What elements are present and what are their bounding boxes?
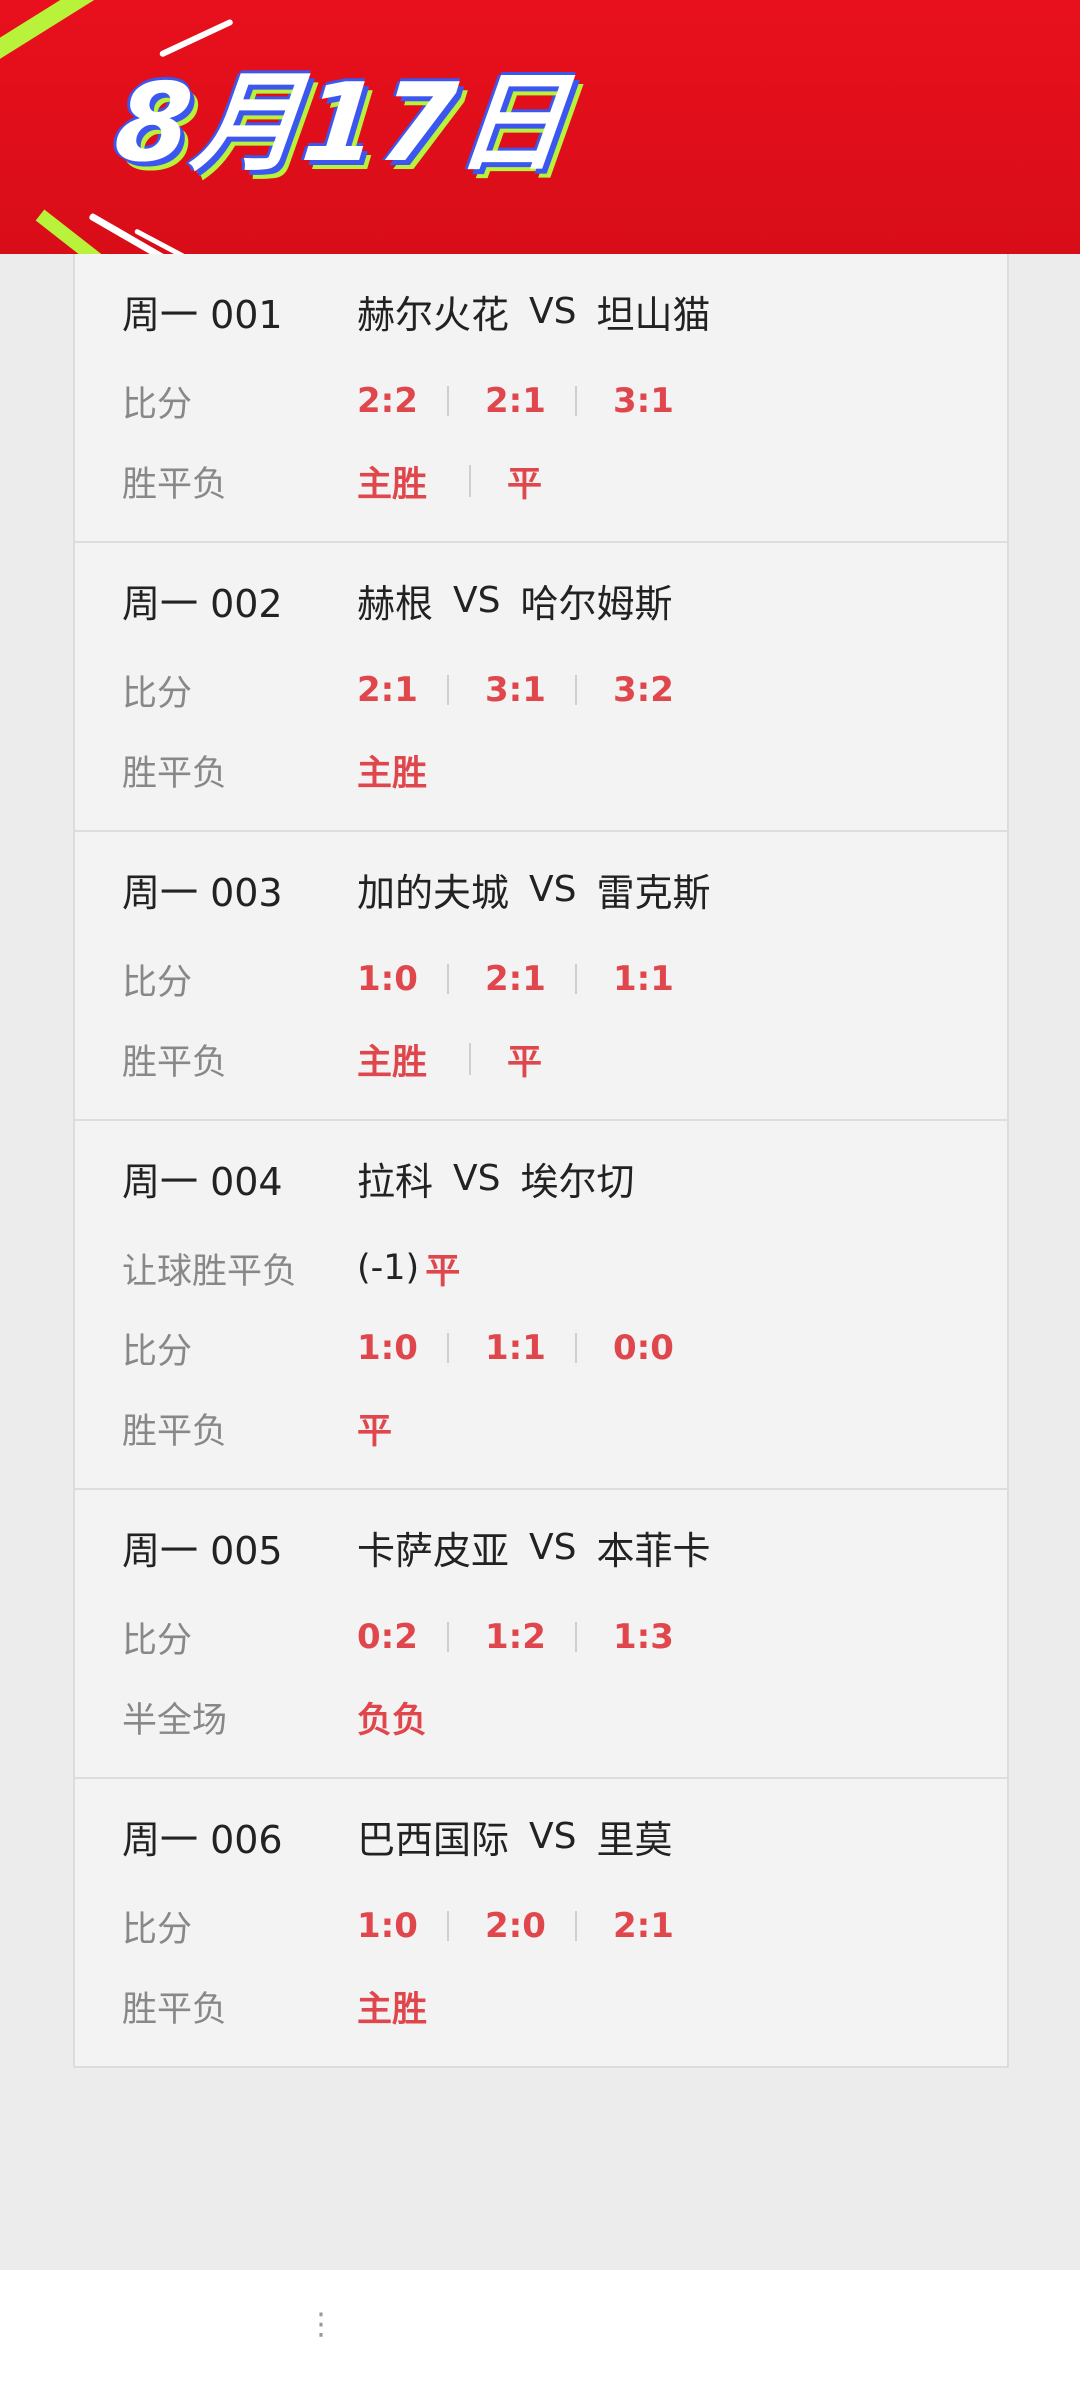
decorative-streak: [88, 212, 222, 254]
match-code: 周一 001: [122, 292, 283, 337]
home-team: 拉科: [357, 1159, 434, 1204]
result-pick: 主胜: [357, 464, 428, 505]
wdl-label: 胜平负: [122, 1411, 228, 1452]
score-pick: 1:1: [613, 959, 674, 999]
vs-label: VS: [453, 1157, 501, 1199]
divider: [447, 675, 449, 705]
handicap-value: (-1): [357, 1248, 420, 1288]
match-item[interactable]: 周一 006 巴西国际 VS 里莫 比分 1:0 2:0 2:1 胜平负 主胜: [75, 1779, 1007, 2066]
score-pick: 2:1: [357, 670, 418, 710]
handicap-wdl-label: 让球胜平负: [122, 1251, 298, 1292]
match-item[interactable]: 周一 005 卡萨皮亚 VS 本菲卡 比分 0:2 1:2 1:3 半全场 负负: [75, 1490, 1007, 1779]
home-team: 赫根: [357, 581, 434, 626]
score-pick: 1:0: [357, 959, 418, 999]
score-pick: 3:1: [613, 381, 674, 421]
result-pick: 主胜: [357, 753, 428, 794]
divider: [447, 1622, 449, 1652]
divider: [469, 1043, 472, 1075]
result-pick: 平: [507, 1042, 543, 1083]
divider: [575, 386, 577, 416]
divider: [469, 465, 472, 497]
divider: [575, 1911, 577, 1941]
away-team: 雷克斯: [596, 870, 711, 915]
score-pick: 2:2: [357, 381, 418, 421]
match-list: 周一 001 赫尔火花 VS 坦山猫 比分 2:2 2:1 3:1 胜平负 主胜…: [73, 254, 1009, 2068]
score-pick: 0:0: [613, 1328, 674, 1368]
half-full-label: 半全场: [122, 1700, 228, 1741]
more-icon: ⋮: [306, 2307, 336, 2342]
result-pick: 主胜: [357, 1042, 428, 1083]
divider: [575, 964, 577, 994]
match-item[interactable]: 周一 003 加的夫城 VS 雷克斯 比分 1:0 2:1 1:1 胜平负 主胜…: [75, 832, 1007, 1121]
score-pick: 3:2: [613, 670, 674, 710]
score-label: 比分: [122, 384, 193, 425]
divider: [575, 1333, 577, 1363]
match-item[interactable]: 周一 002 赫根 VS 哈尔姆斯 比分 2:1 3:1 3:2 胜平负 主胜: [75, 543, 1007, 832]
match-code: 周一 002: [122, 581, 283, 626]
divider: [447, 1911, 449, 1941]
handicap-result: 平: [425, 1251, 461, 1292]
vs-label: VS: [529, 1526, 577, 1568]
half-full-pick: 负负: [357, 1700, 428, 1741]
score-pick: 2:1: [613, 1906, 674, 1946]
away-team: 本菲卡: [596, 1528, 711, 1573]
divider: [447, 1333, 449, 1363]
footer-area: ⋮: [0, 2270, 1080, 2400]
match-code: 周一 004: [122, 1159, 283, 1204]
away-team: 埃尔切: [520, 1159, 635, 1204]
score-pick: 1:1: [485, 1328, 546, 1368]
score-label: 比分: [122, 1331, 193, 1372]
result-pick: 平: [357, 1411, 393, 1452]
away-team: 哈尔姆斯: [520, 581, 673, 626]
score-pick: 1:0: [357, 1328, 418, 1368]
away-team: 坦山猫: [596, 292, 711, 337]
match-item[interactable]: 周一 004 拉科 VS 埃尔切 让球胜平负 (-1) 平 比分 1:0 1:1…: [75, 1121, 1007, 1490]
header-banner: 8月17日: [0, 0, 1080, 254]
vs-label: VS: [529, 1815, 577, 1857]
wdl-label: 胜平负: [122, 753, 228, 794]
divider: [575, 675, 577, 705]
score-pick: 3:1: [485, 670, 546, 710]
home-team: 巴西国际: [357, 1817, 510, 1862]
divider: [447, 386, 449, 416]
match-item[interactable]: 周一 001 赫尔火花 VS 坦山猫 比分 2:2 2:1 3:1 胜平负 主胜…: [75, 254, 1007, 543]
score-label: 比分: [122, 962, 193, 1003]
wdl-label: 胜平负: [122, 1042, 228, 1083]
vs-label: VS: [529, 290, 577, 332]
wdl-label: 胜平负: [122, 464, 228, 505]
match-code: 周一 005: [122, 1528, 283, 1573]
wdl-label: 胜平负: [122, 1989, 228, 2030]
score-pick: 0:2: [357, 1617, 418, 1657]
away-team: 里莫: [596, 1817, 673, 1862]
score-pick: 1:3: [613, 1617, 674, 1657]
match-code: 周一 006: [122, 1817, 283, 1862]
result-pick: 主胜: [357, 1989, 428, 2030]
date-title: 8月17日: [109, 61, 575, 186]
score-pick: 1:2: [485, 1617, 546, 1657]
match-code: 周一 003: [122, 870, 283, 915]
vs-label: VS: [453, 579, 501, 621]
result-pick: 平: [507, 464, 543, 505]
divider: [575, 1622, 577, 1652]
divider: [447, 964, 449, 994]
score-pick: 2:0: [485, 1906, 546, 1946]
score-label: 比分: [122, 673, 193, 714]
score-label: 比分: [122, 1909, 193, 1950]
score-label: 比分: [122, 1620, 193, 1661]
home-team: 加的夫城: [357, 870, 510, 915]
score-pick: 2:1: [485, 959, 546, 999]
home-team: 赫尔火花: [357, 292, 510, 337]
score-pick: 1:0: [357, 1906, 418, 1946]
home-team: 卡萨皮亚: [357, 1528, 510, 1573]
vs-label: VS: [529, 868, 577, 910]
decorative-streak: [158, 18, 234, 58]
score-pick: 2:1: [485, 381, 546, 421]
